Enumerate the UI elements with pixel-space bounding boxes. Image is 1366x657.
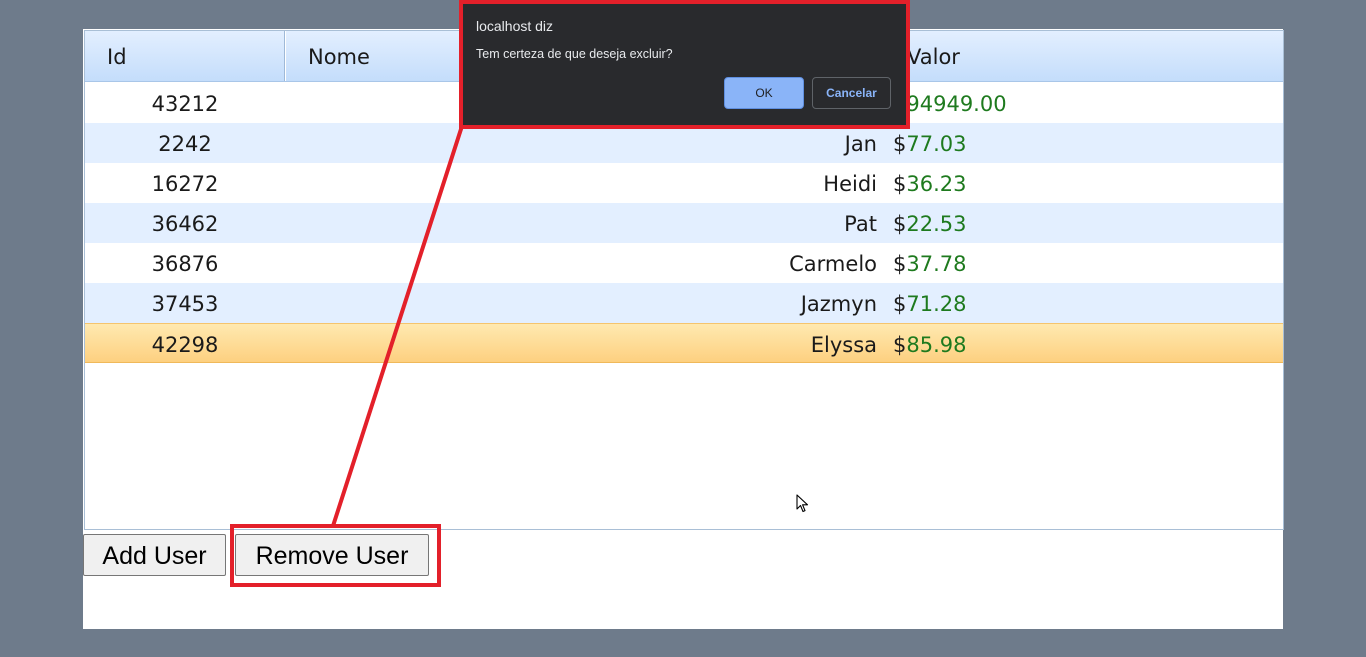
- cell-id: 43212: [151, 92, 219, 116]
- cell-valor: $37.78: [893, 243, 1273, 283]
- cell-nome: Jazmyn: [800, 292, 877, 316]
- table-row[interactable]: 36462 Pat $22.53: [85, 203, 1283, 243]
- cell-id: 36462: [151, 212, 219, 236]
- amount: 22.53: [906, 212, 967, 236]
- cell-valor: $71.28: [893, 283, 1273, 323]
- confirm-dialog: localhost diz Tem certeza de que deseja …: [459, 0, 910, 129]
- dialog-title: localhost diz: [476, 18, 554, 34]
- amount: 71.28: [906, 292, 967, 316]
- cell-valor: $85.98: [893, 324, 1273, 364]
- add-user-button[interactable]: Add User: [83, 534, 226, 576]
- currency-symbol: $: [893, 212, 907, 236]
- table-row[interactable]: 2242 Jan $77.03: [85, 123, 1283, 163]
- table-row[interactable]: 37453 Jazmyn $71.28: [85, 283, 1283, 323]
- cell-valor: $22.53: [893, 203, 1273, 243]
- cell-id: 37453: [151, 292, 219, 316]
- currency-symbol: $: [893, 172, 907, 196]
- amount: 36.23: [906, 172, 967, 196]
- amount: 85.98: [906, 333, 967, 357]
- currency-symbol: $: [893, 292, 907, 316]
- column-header-valor[interactable]: Valor: [891, 31, 1283, 81]
- dialog-message: Tem certeza de que deseja excluir?: [476, 47, 673, 61]
- currency-symbol: $: [893, 333, 907, 357]
- currency-symbol: $: [893, 132, 907, 156]
- table-row[interactable]: 36876 Carmelo $37.78: [85, 243, 1283, 283]
- cell-valor: $77.03: [893, 123, 1273, 163]
- cell-nome: Pat: [844, 212, 877, 236]
- cell-nome: Jan: [844, 132, 877, 156]
- currency-symbol: $: [893, 252, 907, 276]
- mouse-pointer-icon: [796, 494, 809, 513]
- amount: 94949.00: [906, 92, 1007, 116]
- table-row-selected[interactable]: 42298 Elyssa $85.98: [85, 323, 1283, 363]
- amount: 77.03: [906, 132, 967, 156]
- annotation-highlight-box: [230, 524, 441, 587]
- cell-nome: Heidi: [823, 172, 877, 196]
- cell-id: 2242: [158, 132, 212, 156]
- cell-nome: Elyssa: [810, 333, 877, 357]
- cell-id: 36876: [151, 252, 219, 276]
- cell-nome: Carmelo: [789, 252, 877, 276]
- cell-id: 42298: [151, 333, 219, 357]
- dialog-cancel-button[interactable]: Cancelar: [812, 77, 891, 109]
- cell-id: 16272: [151, 172, 219, 196]
- dialog-ok-button[interactable]: OK: [724, 77, 804, 109]
- cell-valor: $36.23: [893, 163, 1273, 203]
- cell-valor: $94949.00: [893, 83, 1273, 123]
- table-row[interactable]: 16272 Heidi $36.23: [85, 163, 1283, 203]
- amount: 37.78: [906, 252, 967, 276]
- column-header-id[interactable]: Id: [85, 31, 285, 81]
